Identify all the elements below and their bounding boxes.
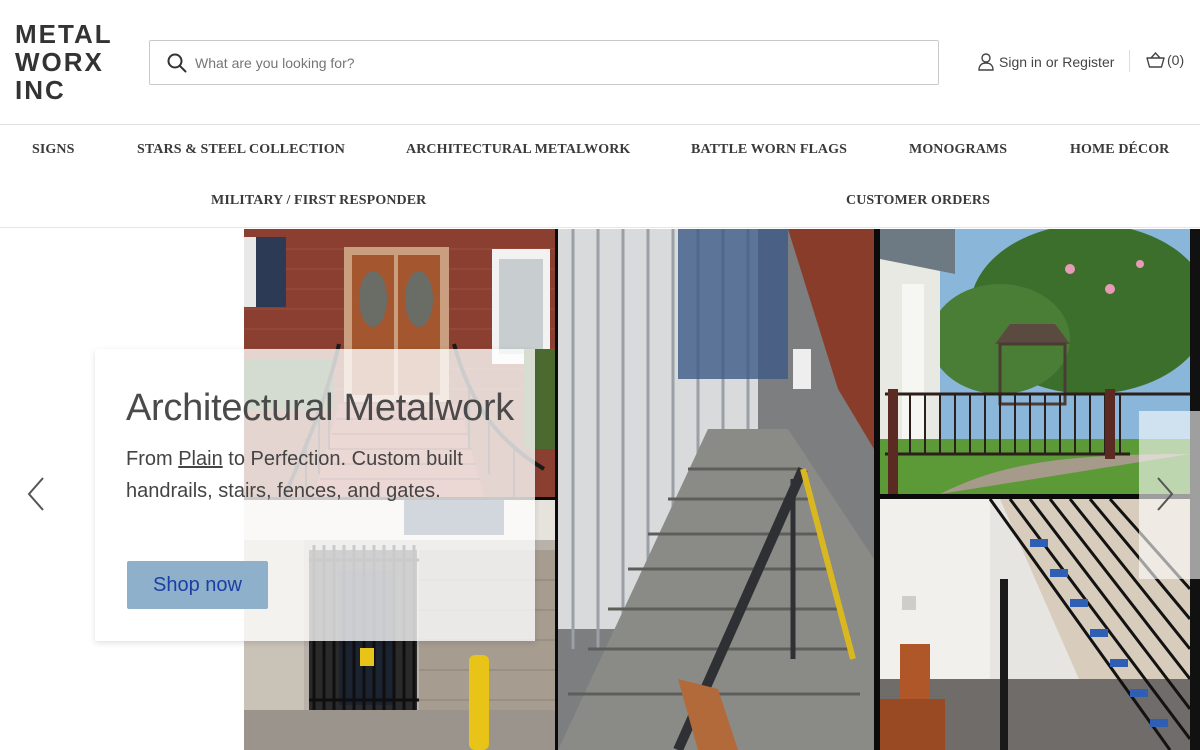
nav-item-customer-orders[interactable]: CUSTOMER ORDERS: [846, 193, 990, 209]
search-box[interactable]: [149, 40, 939, 85]
shop-now-button[interactable]: Shop now: [127, 561, 268, 609]
user-icon: [978, 53, 994, 71]
site-header: METAL WORX INC Sign in or Register (0): [0, 0, 1200, 125]
chevron-left-icon[interactable]: [25, 474, 49, 514]
logo-line-1: METAL: [15, 19, 113, 49]
sign-in-link[interactable]: Sign in: [999, 54, 1042, 70]
hero-text-before: From: [126, 448, 179, 470]
main-nav: SIGNS STARS & STEEL COLLECTION ARCHITECT…: [0, 126, 1200, 228]
logo-line-3: INC: [15, 75, 66, 105]
nav-item-architectural-metalwork[interactable]: ARCHITECTURAL METALWORK: [406, 142, 630, 158]
basket-icon: [1146, 52, 1165, 68]
hero-title: Architectural Metalwork: [126, 387, 514, 429]
nav-item-monograms[interactable]: MONOGRAMS: [909, 142, 1007, 158]
hero-description: From Plain to Perfection. Custom built h…: [126, 444, 526, 507]
next-slide-button[interactable]: [1139, 411, 1200, 579]
search-input[interactable]: [195, 41, 925, 84]
logo[interactable]: METAL WORX INC: [15, 20, 140, 104]
collage-gutter: [555, 229, 558, 750]
or-text: or: [1045, 54, 1059, 70]
logo-line-2: WORX: [15, 47, 104, 77]
hero-carousel: Architectural Metalwork From Plain to Pe…: [0, 229, 1200, 750]
nav-item-signs[interactable]: SIGNS: [32, 142, 75, 158]
chevron-right-icon[interactable]: [1152, 474, 1176, 514]
photo-steel-stairs: [558, 229, 874, 750]
collage-gutter: [874, 229, 880, 750]
nav-item-stars-steel[interactable]: STARS & STEEL COLLECTION: [137, 142, 345, 158]
hero-content-card: Architectural Metalwork From Plain to Pe…: [95, 349, 535, 641]
header-divider: [1129, 50, 1130, 72]
cart-link[interactable]: (0): [1146, 52, 1184, 68]
search-icon[interactable]: [167, 53, 187, 73]
hero-text-link[interactable]: Plain: [178, 448, 222, 470]
account-links: Sign in or Register: [978, 52, 1114, 72]
register-link[interactable]: Register: [1062, 54, 1114, 70]
nav-item-battle-worn-flags[interactable]: BATTLE WORN FLAGS: [691, 142, 847, 158]
cart-count: (0): [1167, 52, 1185, 68]
nav-item-military-first-responder[interactable]: MILITARY / FIRST RESPONDER: [211, 193, 426, 209]
nav-item-home-decor[interactable]: HOME DÉCOR: [1070, 142, 1169, 158]
